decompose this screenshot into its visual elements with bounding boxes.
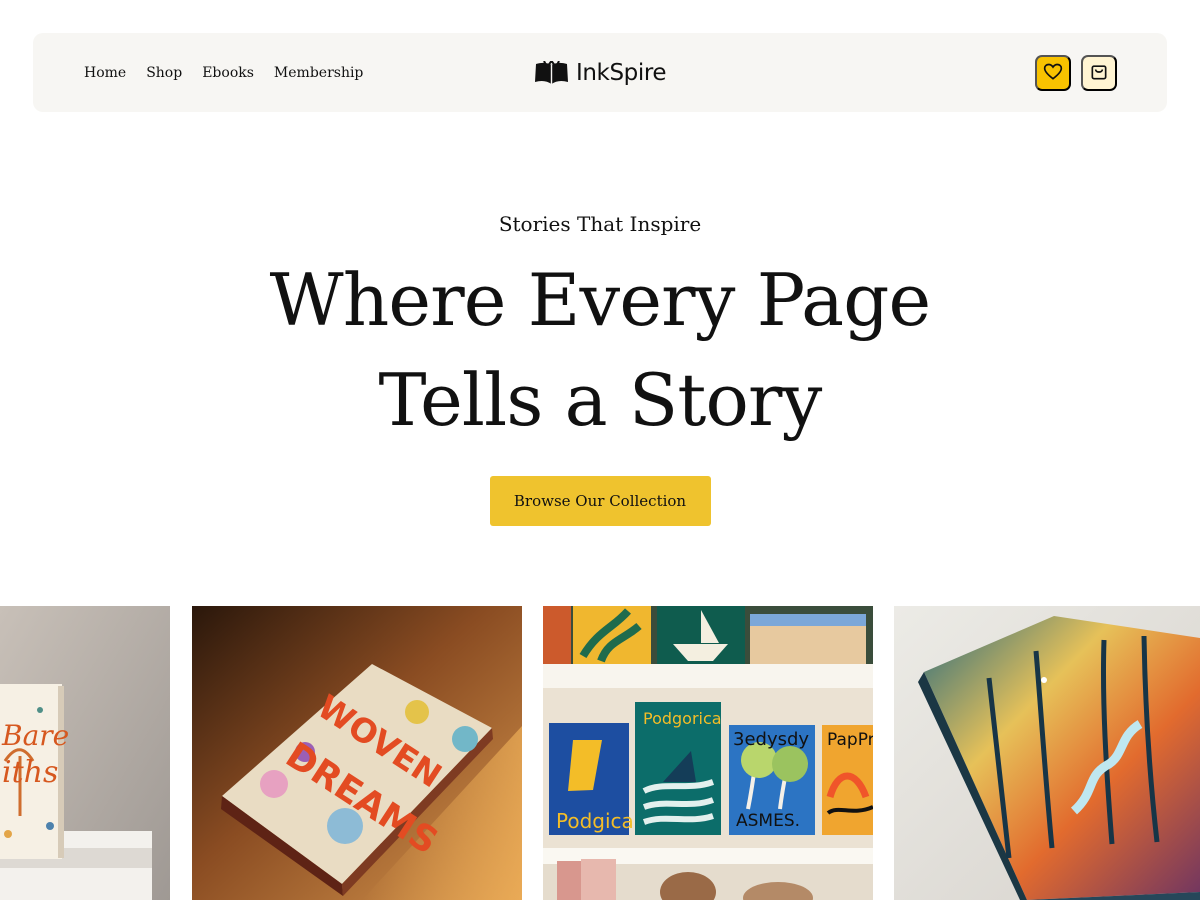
book-title-podgorica: Podgorica (643, 709, 722, 728)
cover-title-bare: Bare (1, 719, 69, 752)
book-photo-forest-path[interactable] (894, 606, 1200, 900)
book-title-asmes: ASMES. (736, 811, 800, 831)
hero-title: Where Every Page Tells a Story (269, 258, 932, 442)
nav-membership[interactable]: Membership (274, 65, 363, 81)
main-navigation: Home Shop Ebooks Membership (84, 33, 363, 112)
bookshelf-photo[interactable]: Podgica Podgorica 3edysdy ASMES. PapPr (543, 606, 873, 900)
hero-eyebrow: Stories That Inspire (492, 210, 708, 238)
site-header: Home Shop Ebooks Membership InkSpire (33, 33, 1167, 112)
header-actions (1035, 55, 1117, 91)
book-photo-bare-myths[interactable]: Bare iths (0, 606, 170, 900)
book-title-pappr: PapPr (827, 730, 873, 750)
hero-section: Stories That Inspire Where Every Page Te… (0, 210, 1200, 526)
book-title-podgica: Podgica (556, 809, 634, 833)
book-photo-woven-dreams[interactable]: WOVEN DREAMS (192, 606, 522, 900)
shopping-bag-icon (1089, 62, 1109, 85)
logo-text: InkSpire (576, 60, 667, 86)
nav-ebooks[interactable]: Ebooks (202, 65, 254, 81)
nav-shop[interactable]: Shop (146, 65, 182, 81)
wishlist-button[interactable] (1035, 55, 1071, 91)
book-title-3edysdy: 3edysdy (733, 729, 809, 750)
open-book-logo-icon (534, 60, 569, 86)
heart-icon (1043, 62, 1063, 85)
browse-collection-button[interactable]: Browse Our Collection (489, 476, 711, 526)
cover-title-iths: iths (2, 755, 58, 790)
book-gallery: Bare iths WOVEN DREAMS Podgica Podgorica… (0, 606, 1200, 900)
logo[interactable]: InkSpire (534, 58, 667, 88)
cart-button[interactable] (1081, 55, 1117, 91)
nav-home[interactable]: Home (84, 65, 126, 81)
